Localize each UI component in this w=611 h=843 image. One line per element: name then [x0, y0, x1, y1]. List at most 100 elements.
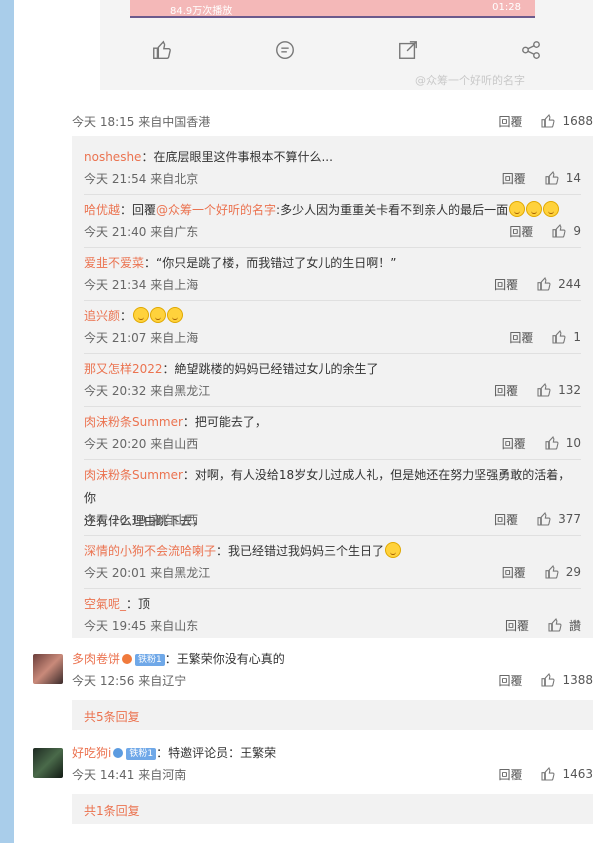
reply-divider: [84, 300, 581, 301]
share-button[interactable]: [470, 30, 593, 70]
reply-text: ：: [120, 309, 133, 323]
video-duration: 01:28: [492, 2, 521, 13]
replier-name[interactable]: 肉沫粉条Summer: [84, 468, 183, 482]
comment-text: 好吃狗i 铁粉1 ：特邀评论员：王繁荣: [72, 742, 276, 765]
reply-divider: [84, 406, 581, 407]
thumbs-up-icon[interactable]: [536, 382, 552, 398]
like-count: 244: [558, 277, 581, 291]
thumbs-up-icon[interactable]: [540, 672, 556, 688]
reply-meta: 今天 20:32 来自黑龙江: [84, 383, 211, 398]
post-action-bar: [100, 30, 593, 70]
reply-item: 那又怎样2022：絶望跳楼的妈妈已经错过女儿的余生了: [84, 358, 581, 381]
comment-actions: 回覆 1463: [498, 764, 593, 784]
reply-actions: 回覆 377: [494, 509, 581, 529]
comment-text: 多肉卷饼 铁粉1 ：王繁荣你没有心真的: [72, 648, 285, 671]
reply-item: 肉沫粉条Summer：把可能去了，: [84, 411, 581, 434]
more-replies-link[interactable]: 共5条回复: [84, 708, 140, 725]
reply-item: 追兴颜：: [84, 305, 581, 328]
like-count: 14: [565, 171, 581, 185]
reply-actions: 回覆 1: [509, 327, 581, 347]
commenter-name[interactable]: 好吃狗i: [72, 746, 111, 760]
reply-item: nosheshe：在底层眼里这件事根本不算什么...: [84, 146, 581, 169]
reply-button[interactable]: 回覆: [509, 223, 539, 240]
mention-link[interactable]: @众筹一个好听的名字: [156, 203, 276, 217]
comment-meta: 今天 12:56 来自辽宁: [72, 673, 187, 688]
thumbs-up-icon[interactable]: [536, 511, 552, 527]
reply-divider: [84, 588, 581, 589]
reply-actions: 回覆 244: [494, 274, 581, 294]
emoji-icon: [150, 307, 167, 323]
main-comment-actions: 回覆 1688: [498, 111, 593, 131]
commenter-name[interactable]: 多肉卷饼: [72, 652, 120, 666]
like-count: 377: [558, 512, 581, 526]
like-count: 1463: [562, 767, 593, 781]
reply-button[interactable]: 回覆: [502, 435, 532, 452]
image-watermark: @众筹一个好听的名字: [415, 74, 525, 87]
reply-item: 爱韭不爱菜：“你只是跳了楼，而我错过了女儿的生日啊！”: [84, 252, 581, 275]
emoji-icon: [133, 307, 150, 323]
thumbs-up-icon[interactable]: [551, 329, 567, 345]
avatar[interactable]: [33, 748, 63, 778]
replier-name[interactable]: nosheshe: [84, 150, 141, 164]
reply-button[interactable]: 回覆: [505, 617, 535, 634]
thumbs-up-icon[interactable]: [544, 170, 560, 186]
emoji-icon: [543, 201, 560, 217]
like-count: 1688: [562, 114, 593, 128]
reply-button[interactable]: 回覆: [509, 329, 539, 346]
reply-button[interactable]: 回覆: [498, 766, 528, 783]
replier-name[interactable]: 爱韭不爱菜: [84, 256, 144, 270]
reply-meta: 今天 20:01 来自黑龙江: [84, 565, 211, 580]
like-count: 1388: [562, 673, 593, 687]
replier-name[interactable]: 哈优越: [84, 203, 120, 217]
reply-button[interactable]: 回覆: [502, 170, 532, 187]
reply-button[interactable]: 回覆: [494, 511, 524, 528]
reply-text: ：“你只是跳了楼，而我错过了女儿的生日啊！”: [144, 256, 397, 270]
video-thumbnail[interactable]: 84.9万次播放 01:28: [130, 0, 535, 18]
replier-name[interactable]: 空氣呢_: [84, 597, 126, 611]
thumbs-up-icon[interactable]: [536, 276, 552, 292]
reply-button[interactable]: 回覆: [494, 276, 524, 293]
like-button[interactable]: [100, 30, 223, 70]
reply-meta: 今天 21:40 来自广东: [84, 224, 199, 239]
replier-name[interactable]: 肉沫粉条Summer: [84, 415, 183, 429]
thumbs-up-icon[interactable]: [544, 564, 560, 580]
reply-text: ：絶望跳楼的妈妈已经错过女儿的余生了: [162, 362, 379, 376]
reply-text: ：我已经错过我妈妈三个生日了: [216, 544, 385, 558]
reply-divider: [84, 353, 581, 354]
thumbs-up-icon[interactable]: [547, 617, 563, 633]
reply-button[interactable]: 回覆: [498, 113, 528, 130]
comment-actions: 回覆 1388: [498, 670, 593, 690]
reply-button[interactable]: 回覆: [494, 382, 524, 399]
reply-actions: 回覆 10: [502, 433, 581, 453]
fan-badge-icon: [113, 748, 124, 758]
comment-button[interactable]: [223, 30, 346, 70]
thumbs-up-icon[interactable]: [540, 113, 556, 129]
more-replies-link[interactable]: 共1条回复: [84, 802, 140, 819]
emoji-icon: [385, 542, 402, 558]
reply-item: 哈优越：回覆@众筹一个好听的名字:多少人因为重重关卡看不到亲人的最后一面: [84, 199, 581, 222]
reply-prefix: ：回覆: [120, 203, 157, 217]
reply-text: ：在底层眼里这件事根本不算什么...: [141, 150, 333, 164]
like-count: 1: [573, 330, 581, 344]
reply-item: 深情的小狗不会流哈喇子：我已经错过我妈妈三个生日了: [84, 540, 581, 563]
replier-name[interactable]: 追兴颜: [84, 309, 120, 323]
reply-actions: 回覆 29: [502, 562, 581, 582]
reply-actions: 回覆 讚: [505, 615, 581, 635]
main-comment-meta: 今天 18:15 来自中国香港: [72, 114, 211, 129]
reply-divider: [84, 535, 581, 536]
reply-meta: 今天 20:19 来自山西: [84, 512, 199, 527]
reply-button[interactable]: 回覆: [502, 564, 532, 581]
replier-name[interactable]: 深情的小狗不会流哈喇子: [84, 544, 216, 558]
thumbs-up-icon[interactable]: [544, 435, 560, 451]
reply-text: ：把可能去了，: [182, 415, 267, 429]
emoji-icon: [526, 201, 543, 217]
avatar[interactable]: [33, 654, 63, 684]
forward-icon: [399, 41, 418, 59]
forward-button[interactable]: [347, 30, 470, 70]
thumbs-up-icon[interactable]: [540, 766, 556, 782]
like-count: 10: [565, 436, 581, 450]
thumbs-up-icon[interactable]: [551, 223, 567, 239]
reply-meta: 今天 21:07 来自上海: [84, 330, 199, 345]
replier-name[interactable]: 那又怎样2022: [84, 362, 163, 376]
reply-button[interactable]: 回覆: [498, 672, 528, 689]
